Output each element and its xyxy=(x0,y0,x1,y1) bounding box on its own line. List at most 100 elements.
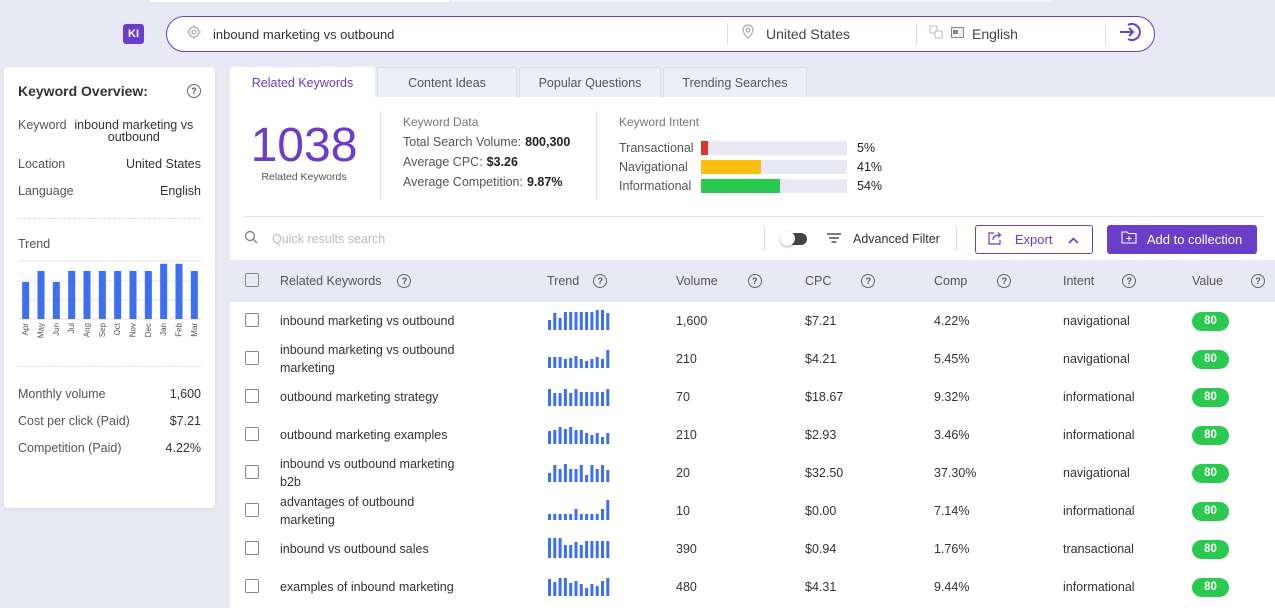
toggle-switch[interactable] xyxy=(780,231,807,246)
keyword-cell[interactable]: outbound marketing examples xyxy=(280,416,547,454)
help-icon[interactable]: ? xyxy=(593,274,608,288)
intent-row: Navigational 41% xyxy=(619,160,882,174)
row-checkbox[interactable] xyxy=(245,540,259,555)
keyword-cell[interactable]: advantages of outbound marketing xyxy=(280,492,547,530)
help-icon[interactable]: ? xyxy=(997,274,1012,288)
intent-label: Transactional xyxy=(619,141,694,155)
row-checkbox[interactable] xyxy=(245,388,259,403)
header-trend[interactable]: Trend xyxy=(547,274,579,288)
table-row[interactable]: outbound marketing strategy 70 $18.67 9.32%… xyxy=(230,378,1275,416)
help-icon[interactable]: ? xyxy=(1122,274,1137,288)
location-select[interactable]: United States xyxy=(728,24,916,44)
header-comp[interactable]: Comp xyxy=(934,274,967,288)
help-icon[interactable]: ? xyxy=(187,84,201,98)
header-keyword[interactable]: Related Keywords xyxy=(280,274,381,288)
sparkline-bar xyxy=(569,544,573,558)
header-cpc[interactable]: CPC xyxy=(805,274,831,288)
search-bar: inbound marketing vs outbound United Sta… xyxy=(166,16,1155,52)
sparkline-bar xyxy=(606,540,610,558)
row-trend-sparkline xyxy=(548,426,610,444)
monthly-volume-label: Monthly volume xyxy=(18,387,106,401)
location-value: United States xyxy=(125,157,201,171)
header-value[interactable]: Value xyxy=(1192,274,1223,288)
sparkline-bar xyxy=(548,472,551,482)
sparkline-bar xyxy=(553,312,557,330)
header-intent[interactable]: Intent xyxy=(1063,274,1094,288)
sparkline-bar xyxy=(595,513,599,520)
sparkline-bar xyxy=(558,392,562,406)
help-icon[interactable]: ? xyxy=(747,274,762,288)
row-trend-sparkline xyxy=(548,309,610,330)
keyword-cell[interactable]: inbound marketing vs outbound xyxy=(280,302,547,340)
keyword-text[interactable]: outbound marketing strategy xyxy=(280,388,438,406)
keyword-text[interactable]: advantages of outbound marketing xyxy=(280,493,470,529)
keyword-cell[interactable]: inbound vs outbound marketing b2b xyxy=(280,454,547,492)
quick-search-input[interactable] xyxy=(272,232,572,246)
keyword-cell[interactable]: outbound marketing strategy xyxy=(280,378,547,416)
row-trend-sparkline xyxy=(548,463,610,482)
sparkline-bar xyxy=(553,429,557,444)
trend-month-label: Oct xyxy=(113,322,122,335)
row-checkbox[interactable] xyxy=(245,312,259,327)
tab-content-ideas[interactable]: Content Ideas xyxy=(377,67,517,97)
table-row[interactable]: inbound vs outbound marketing b2b 20 $32.5… xyxy=(230,454,1275,492)
sparkline-bar xyxy=(548,513,551,520)
keyword-cell[interactable]: examples of inbound marketing xyxy=(280,568,547,606)
header-volume[interactable]: Volume xyxy=(676,274,718,288)
trend-bar xyxy=(98,270,106,319)
keyword-text[interactable]: inbound vs outbound sales xyxy=(280,540,429,558)
help-icon[interactable]: ? xyxy=(397,274,412,288)
keyword-field[interactable]: inbound marketing vs outbound xyxy=(167,17,727,51)
tab-related-keywords[interactable]: Related Keywords xyxy=(230,67,375,98)
select-all-checkbox[interactable] xyxy=(245,272,259,287)
keyword-input[interactable]: inbound marketing vs outbound xyxy=(213,27,394,42)
table-row[interactable]: advantages of outbound marketing 10 $0.00 7… xyxy=(230,492,1275,530)
intent-row: Transactional 5% xyxy=(619,141,882,155)
table-row[interactable]: outbound marketing examples 210 $2.93 3.46%… xyxy=(230,416,1275,454)
add-to-collection-button[interactable]: Add to collection xyxy=(1106,224,1257,254)
keyword-text[interactable]: examples of inbound marketing xyxy=(280,578,454,596)
competition-row: Competition (Paid) 4.22% xyxy=(18,441,201,455)
row-checkbox[interactable] xyxy=(245,578,259,593)
keyword-value: inbound marketing vs outbound xyxy=(74,118,194,144)
tab-popular-questions[interactable]: Popular Questions xyxy=(519,67,661,97)
app-logo[interactable]: KI xyxy=(123,24,144,44)
table-row[interactable]: inbound marketing vs outbound marketing 2… xyxy=(230,340,1275,378)
row-checkbox[interactable] xyxy=(245,464,259,479)
keyword-cell[interactable]: inbound vs outbound sales xyxy=(280,530,547,568)
keyword-text[interactable]: outbound marketing examples xyxy=(280,426,447,444)
table-row[interactable]: inbound vs outbound sales 390 $0.94 1.76% tr… xyxy=(230,530,1275,568)
value-badge: 80 xyxy=(1192,539,1229,559)
cpc-cell: $32.50 xyxy=(805,466,844,480)
language-select[interactable]: English xyxy=(917,25,1105,44)
help-icon[interactable]: ? xyxy=(861,274,876,288)
keyword-text[interactable]: inbound vs outbound marketing b2b xyxy=(280,455,470,491)
row-checkbox[interactable] xyxy=(245,350,259,365)
keyword-text[interactable]: inbound marketing vs outbound xyxy=(280,312,454,330)
intent-label: Informational xyxy=(619,179,692,193)
value-badge: 80 xyxy=(1192,387,1229,407)
search-go-button[interactable] xyxy=(1106,22,1154,47)
keyword-text[interactable]: inbound marketing vs outbound marketing xyxy=(280,341,470,377)
row-checkbox[interactable] xyxy=(245,502,259,517)
export-button[interactable]: Export xyxy=(974,224,1093,254)
sparkline-bar xyxy=(585,474,589,482)
advanced-filter-button[interactable]: Advanced Filter xyxy=(827,232,940,246)
value-badge: 80 xyxy=(1192,501,1229,521)
overview-keyword-row: Keyword inbound marketing vs outbound xyxy=(18,118,201,144)
tab-trending-searches[interactable]: Trending Searches xyxy=(663,67,807,97)
table-row[interactable]: inbound marketing vs outbound 1,600 $7.21 4… xyxy=(230,302,1275,340)
table-row[interactable]: examples of inbound marketing 480 $4.31 9.4… xyxy=(230,568,1275,606)
sparkline-bar xyxy=(553,392,557,406)
intent-cell: informational xyxy=(1063,580,1135,594)
help-icon[interactable]: ? xyxy=(1251,274,1266,288)
sparkline-bar xyxy=(590,540,594,558)
monthly-volume-value: 1,600 xyxy=(169,387,201,401)
enter-arrow-icon xyxy=(1119,22,1141,47)
comp-cell: 7.14% xyxy=(934,504,970,518)
value-badge: 80 xyxy=(1192,463,1229,483)
row-checkbox[interactable] xyxy=(245,426,259,441)
trend-bar xyxy=(83,270,91,319)
keyword-cell[interactable]: inbound marketing vs outbound marketing xyxy=(280,340,547,378)
sparkline-bar xyxy=(590,513,594,520)
